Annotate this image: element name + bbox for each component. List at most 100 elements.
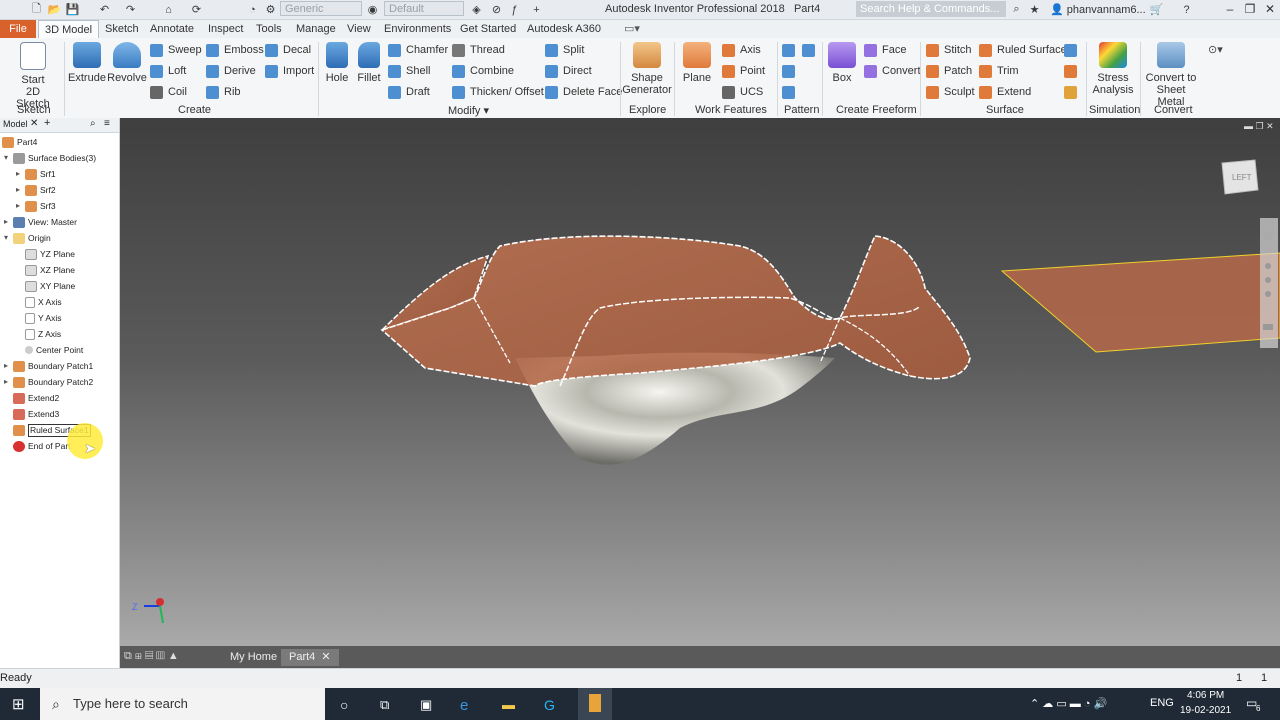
cortana-icon[interactable]: ○: [340, 697, 348, 713]
panel-title-modify[interactable]: Modify ▾: [448, 104, 489, 117]
menu-icon[interactable]: ≡: [104, 118, 110, 129]
windows-start-icon[interactable]: ⊞: [12, 695, 25, 713]
tab-sketch[interactable]: Sketch: [99, 20, 145, 38]
add-icon[interactable]: +: [530, 3, 543, 16]
task-view-icon[interactable]: ⧉: [380, 697, 389, 713]
measure-icon[interactable]: ◔: [246, 3, 259, 16]
edge-icon[interactable]: e: [460, 697, 468, 714]
axis-button[interactable]: Axis: [722, 42, 761, 58]
ruled-surface-button[interactable]: Ruled Surface: [979, 42, 1067, 58]
point-button[interactable]: Point: [722, 63, 765, 79]
tab-manage[interactable]: Manage: [290, 20, 342, 38]
redo-icon[interactable]: ↷: [124, 3, 137, 16]
sculpt-button[interactable]: Sculpt: [926, 84, 975, 100]
tree-item-surface-bodies[interactable]: ▾ Surface Bodies(3): [2, 150, 118, 166]
expand-icon[interactable]: ▾: [2, 230, 10, 246]
tree-item-yz-plane[interactable]: YZ Plane: [2, 246, 118, 262]
taskbar-search-input[interactable]: ⌕ Type here to search: [40, 688, 325, 720]
material-icon[interactable]: ◉: [366, 3, 379, 16]
tab-my-home[interactable]: My Home: [222, 649, 285, 666]
stress-analysis-button[interactable]: Stress Analysis: [1088, 42, 1138, 96]
tree-item-boundary-patch2[interactable]: ▸ Boundary Patch2: [2, 374, 118, 390]
file-explorer-icon[interactable]: ▬: [502, 697, 515, 712]
app-icon-1[interactable]: ▣: [420, 697, 432, 713]
minimize-button[interactable]: –: [1220, 1, 1240, 17]
extend-button[interactable]: Extend: [979, 84, 1031, 100]
fit-mesh-button[interactable]: [1064, 84, 1082, 100]
search-icon[interactable]: ⌕: [90, 118, 96, 129]
coil-button[interactable]: Coil: [150, 84, 187, 100]
thicken-button[interactable]: Thicken/ Offset: [452, 84, 544, 100]
face-button[interactable]: Face: [864, 42, 906, 58]
help-search-input[interactable]: Search Help & Commands...: [856, 1, 1006, 17]
orbit-icon[interactable]: [1265, 291, 1271, 297]
shell-button[interactable]: Shell: [388, 63, 430, 79]
visual-style-dropdown[interactable]: Generic: [280, 1, 362, 16]
tree-item-view-master[interactable]: ▸ View: Master: [2, 214, 118, 230]
tree-item-extend3[interactable]: Extend3: [2, 406, 118, 422]
fillet-button[interactable]: Fillet: [353, 42, 385, 84]
look-at-icon[interactable]: [1263, 324, 1273, 330]
add-icon[interactable]: +: [44, 117, 50, 129]
ruled-surface-strip[interactable]: [1000, 252, 1280, 353]
mirror-button[interactable]: [802, 42, 820, 58]
replace-face-button[interactable]: [1064, 42, 1082, 58]
help-icon[interactable]: ?: [1180, 3, 1193, 16]
app-icon-2[interactable]: G: [544, 697, 555, 713]
binoculars-icon[interactable]: ⌕: [1010, 3, 1023, 16]
ucs-button[interactable]: UCS: [722, 84, 763, 100]
update-icon[interactable]: ⟳: [190, 3, 203, 16]
rib-button[interactable]: Rib: [206, 84, 241, 100]
tab-file[interactable]: File: [0, 20, 36, 38]
tree-item-x-axis[interactable]: X Axis: [2, 294, 118, 310]
tree-item-boundary-patch1[interactable]: ▸ Boundary Patch1: [2, 358, 118, 374]
save-icon[interactable]: 💾: [66, 3, 80, 16]
user-account[interactable]: 👤 phanvannam6...: [1050, 3, 1146, 16]
tree-item-srf3[interactable]: ▸ Srf3: [2, 198, 118, 214]
tree-item-origin[interactable]: ▾ Origin: [2, 230, 118, 246]
tree-item-srf2[interactable]: ▸ Srf2: [2, 182, 118, 198]
convert-sheet-metal-button[interactable]: Convert to Sheet Metal: [1142, 42, 1200, 108]
rect-pattern-button[interactable]: [782, 42, 800, 58]
start-sketch-button[interactable]: Start 2D Sketch: [8, 42, 58, 110]
emboss-button[interactable]: Emboss: [206, 42, 264, 58]
tab-3d-model[interactable]: 3D Model: [38, 20, 100, 39]
language-indicator[interactable]: ENG: [1150, 697, 1174, 709]
shape-generator-button[interactable]: Shape Generator: [622, 42, 672, 96]
tree-item-xy-plane[interactable]: XY Plane: [2, 278, 118, 294]
undo-icon[interactable]: ↶: [98, 3, 111, 16]
close-tab-icon[interactable]: ✕: [321, 651, 330, 663]
open-icon[interactable]: 📂: [48, 3, 62, 16]
plane-button[interactable]: Plane: [680, 42, 714, 84]
graphics-viewport[interactable]: LEFT Z ▬ ❐ ✕: [120, 118, 1280, 646]
patch-button[interactable]: Patch: [926, 63, 972, 79]
tree-item-center-point[interactable]: Center Point: [2, 342, 118, 358]
tree-item-extend2[interactable]: Extend2: [2, 390, 118, 406]
combine-button[interactable]: Combine: [452, 63, 514, 79]
appearance-icon[interactable]: ◈: [470, 3, 483, 16]
derive-button[interactable]: Derive: [206, 63, 256, 79]
tab-view[interactable]: View: [341, 20, 377, 38]
repair-button[interactable]: [1064, 63, 1082, 79]
browser-tab-model[interactable]: Model: [3, 119, 28, 129]
draft-button[interactable]: Draft: [388, 84, 430, 100]
extrude-button[interactable]: Extrude: [68, 42, 106, 84]
expand-icon[interactable]: ▸: [14, 182, 22, 198]
inventor-taskbar-button[interactable]: [578, 688, 612, 720]
tab-a360[interactable]: Autodesk A360: [521, 20, 607, 38]
convert-button[interactable]: Convert: [864, 63, 921, 79]
close-button[interactable]: ✕: [1260, 1, 1280, 17]
tab-part4[interactable]: Part4 ✕: [281, 649, 339, 666]
tab-inspect[interactable]: Inspect: [202, 20, 249, 38]
viewport-controls[interactable]: ▬ ❐ ✕: [1244, 121, 1274, 132]
clock-time[interactable]: 4:06 PM: [1187, 690, 1224, 701]
direct-button[interactable]: Direct: [545, 63, 592, 79]
new-file-icon[interactable]: 🗋: [30, 3, 43, 16]
stitch-button[interactable]: Stitch: [926, 42, 972, 58]
tree-item-z-axis[interactable]: Z Axis: [2, 326, 118, 342]
tab-tools[interactable]: Tools: [250, 20, 288, 38]
video-icon[interactable]: ▭▾: [618, 20, 646, 38]
loft-button[interactable]: Loft: [150, 63, 186, 79]
thread-button[interactable]: Thread: [452, 42, 505, 58]
trim-button[interactable]: Trim: [979, 63, 1019, 79]
